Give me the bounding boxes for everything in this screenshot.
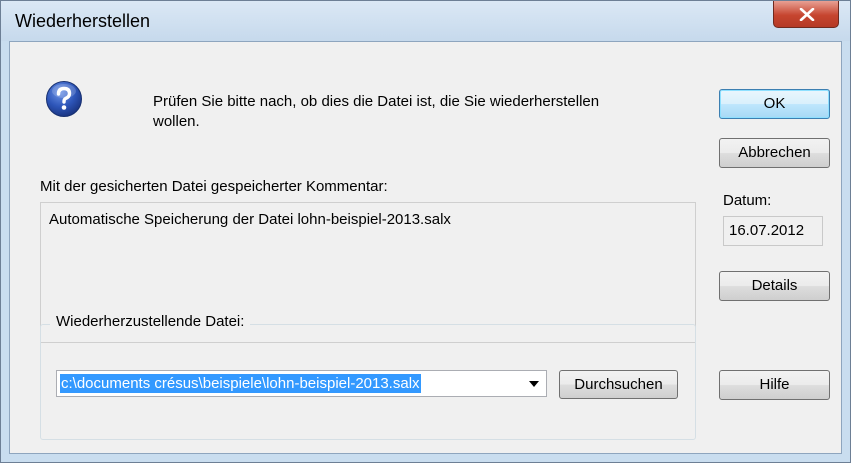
confirmation-message: Prüfen Sie bitte nach, ob dies die Datei… [153, 93, 600, 130]
comment-label: Mit der gesicherten Datei gespeicherter … [40, 178, 388, 195]
ok-button[interactable]: OK [719, 89, 830, 119]
date-label: Datum: [723, 192, 772, 209]
title-bar[interactable]: Wiederherstellen [1, 1, 850, 41]
dialog-window: Wiederherstellen Prüfen Sie bitte nach, … [0, 0, 851, 463]
question-icon [46, 81, 82, 117]
close-x-icon [799, 8, 815, 21]
date-value: 16.07.2012 [723, 216, 823, 246]
file-path-value[interactable]: c:\documents crésus\beispiele\lohn-beisp… [60, 374, 421, 393]
cancel-button[interactable]: Abbrechen [719, 138, 830, 168]
comment-text: Automatische Speicherung der Datei lohn-… [49, 211, 451, 228]
window-title: Wiederherstellen [15, 11, 151, 31]
help-button[interactable]: Hilfe [719, 370, 830, 400]
browse-button[interactable]: Durchsuchen [559, 370, 678, 399]
close-button[interactable] [773, 1, 839, 28]
file-group-label: Wiederherzustellende Datei: [50, 313, 251, 330]
details-button[interactable]: Details [719, 271, 830, 301]
dialog-body: Prüfen Sie bitte nach, ob dies die Datei… [9, 41, 842, 454]
chevron-down-icon[interactable] [529, 381, 539, 387]
file-path-combobox[interactable]: c:\documents crésus\beispiele\lohn-beisp… [56, 370, 547, 397]
